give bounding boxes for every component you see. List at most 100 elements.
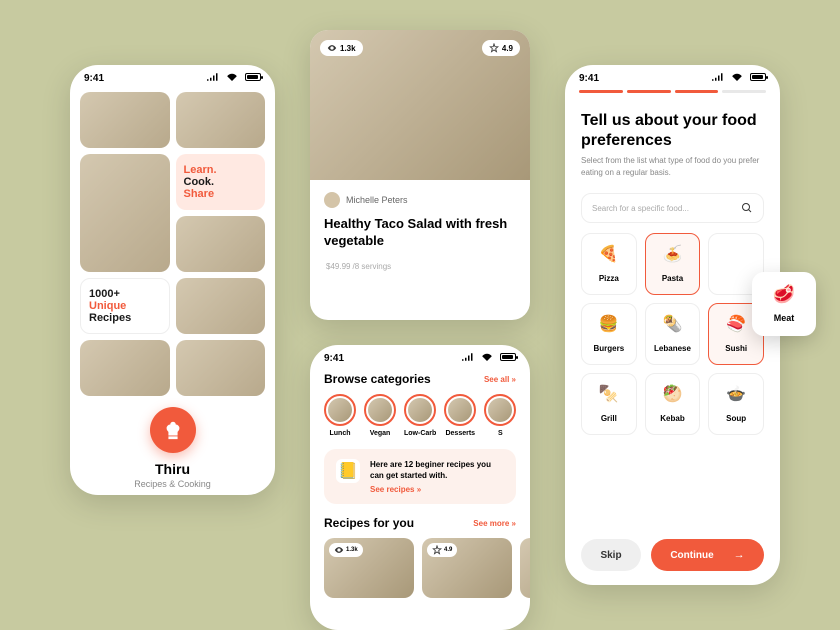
preference-label: Meat [774,313,795,323]
category-ring [404,394,436,426]
app-tagline: Recipes & Cooking [70,479,275,489]
status-indicators [462,353,516,364]
bento-image-bowl[interactable] [176,340,266,396]
preference-label: Kebab [660,414,684,423]
category-ring [444,394,476,426]
status-time: 9:41 [324,353,344,364]
promo-text: Here are 12 beginer recipes you can get … [370,459,504,481]
bento-grid: Learn. Cook. Share 1000+ Unique Recipes [70,86,275,402]
preference-label: Lebanese [654,344,691,353]
food-icon: 🌯 [650,314,696,334]
preference-item[interactable]: 🍕 Pizza [581,233,637,295]
star-icon [432,545,442,555]
status-indicators [207,73,261,84]
app-name: Thiru [70,461,275,477]
progress-segment [627,90,671,93]
chef-hat-icon [162,419,184,441]
preference-item[interactable]: 🍔 Burgers [581,303,637,365]
rating-badge: 4.9 [482,40,520,56]
progress-segment [722,90,766,93]
book-icon: 📒 [336,459,360,483]
search-input[interactable]: Search for a specific food... [581,193,764,223]
avatar [324,192,340,208]
bento-image-salad[interactable] [80,154,170,272]
bento-image-meat[interactable] [176,92,266,148]
arrow-right-icon: → [734,549,745,561]
bento-image-cutting[interactable] [176,278,266,334]
status-bar: 9:41 [310,345,530,366]
search-icon [741,202,753,214]
bento-image-eggs[interactable] [80,92,170,148]
recipe-mini[interactable]: 4.9 [422,538,512,598]
preference-item[interactable]: 🍲 Soup [708,373,764,435]
category-item[interactable]: Lunch [324,394,356,437]
preference-card-meat[interactable]: 🥩 Meat [752,272,816,336]
preferences-title: Tell us about your food preferences [565,103,780,155]
preference-label: Pizza [599,274,619,283]
category-label: Desserts [444,430,476,437]
status-bar: 9:41 [565,65,780,86]
category-item[interactable]: Desserts [444,394,476,437]
promo-link[interactable]: See recipes » [370,485,504,494]
food-icon: 🍝 [650,244,696,264]
recipes-title: Recipes for you [324,516,414,530]
status-time: 9:41 [84,73,104,84]
preference-label: Burgers [593,344,624,353]
food-icon: 🍔 [586,314,632,334]
footer-buttons: Skip Continue → [581,539,764,571]
food-icon: 🥙 [650,384,696,404]
recipe-price: $49.99/8 servings [324,258,516,272]
category-row[interactable]: Lunch Vegan Low-Carb Desserts S [310,394,530,437]
browse-title: Browse categories [324,372,431,386]
recipe-mini[interactable] [520,538,530,598]
logo-button[interactable] [150,407,196,453]
category-label: Low-Carb [404,430,436,437]
bento-stats: 1000+ Unique Recipes [80,278,170,334]
preferences-subtitle: Select from the list what type of food d… [565,155,780,179]
preference-label: Soup [726,414,746,423]
category-item[interactable]: Vegan [364,394,396,437]
category-label: Vegan [364,430,396,437]
recipe-image: 1.3k 4.9 [310,30,530,180]
progress-segment [675,90,719,93]
recipe-row[interactable]: 1.3k 4.9 [310,538,530,598]
section-header-recipes: Recipes for you See more » [310,510,530,538]
progress-segment [579,90,623,93]
section-header-browse: Browse categories See all » [310,366,530,394]
recipe-mini[interactable]: 1.3k [324,538,414,598]
search-placeholder: Search for a specific food... [592,204,689,213]
see-more-link[interactable]: See more » [473,519,516,528]
skip-button[interactable]: Skip [581,539,641,571]
recipe-author[interactable]: Michelle Peters [324,192,516,208]
promo-card[interactable]: 📒 Here are 12 beginer recipes you can ge… [324,449,516,504]
preference-label: Sushi [725,344,747,353]
see-all-link[interactable]: See all » [484,375,516,384]
app-title-block: Thiru Recipes & Cooking [70,461,275,489]
bento-image-veg[interactable] [176,216,266,272]
bento-tagline: Learn. Cook. Share [176,154,266,210]
bento-image-avocado[interactable] [80,340,170,396]
category-label: Lunch [324,430,356,437]
preference-grid: 🍕Pizza🍝Pasta🍔Burgers🌯Lebanese🍣Sushi🍢Gril… [565,233,780,435]
preference-label: Pasta [662,274,683,283]
preference-item[interactable]: 🥙 Kebab [645,373,701,435]
preference-item[interactable]: 🍢Grill [581,373,637,435]
category-ring [484,394,516,426]
preference-item[interactable]: 🌯 Lebanese [645,303,701,365]
views-badge: 1.3k [320,40,363,56]
views-badge: 1.3k [329,543,363,557]
continue-button[interactable]: Continue → [651,539,764,571]
food-icon: 🍲 [713,384,759,404]
category-item[interactable]: S [484,394,516,437]
category-ring [364,394,396,426]
preference-item[interactable]: 🍝 Pasta [645,233,701,295]
onboarding-progress [565,86,780,103]
food-icon: 🍢 [586,384,632,404]
phone-browse: 9:41 Browse categories See all » Lunch Ve… [310,345,530,630]
category-item[interactable]: Low-Carb [404,394,436,437]
phone-preferences: 9:41 Tell us about your food preferences… [565,65,780,585]
recipe-card[interactable]: 1.3k 4.9 Michelle Peters Healthy Taco Sa… [310,30,530,320]
rating-badge: 4.9 [427,543,457,557]
food-icon: 🍕 [586,244,632,264]
eye-icon [334,545,344,555]
